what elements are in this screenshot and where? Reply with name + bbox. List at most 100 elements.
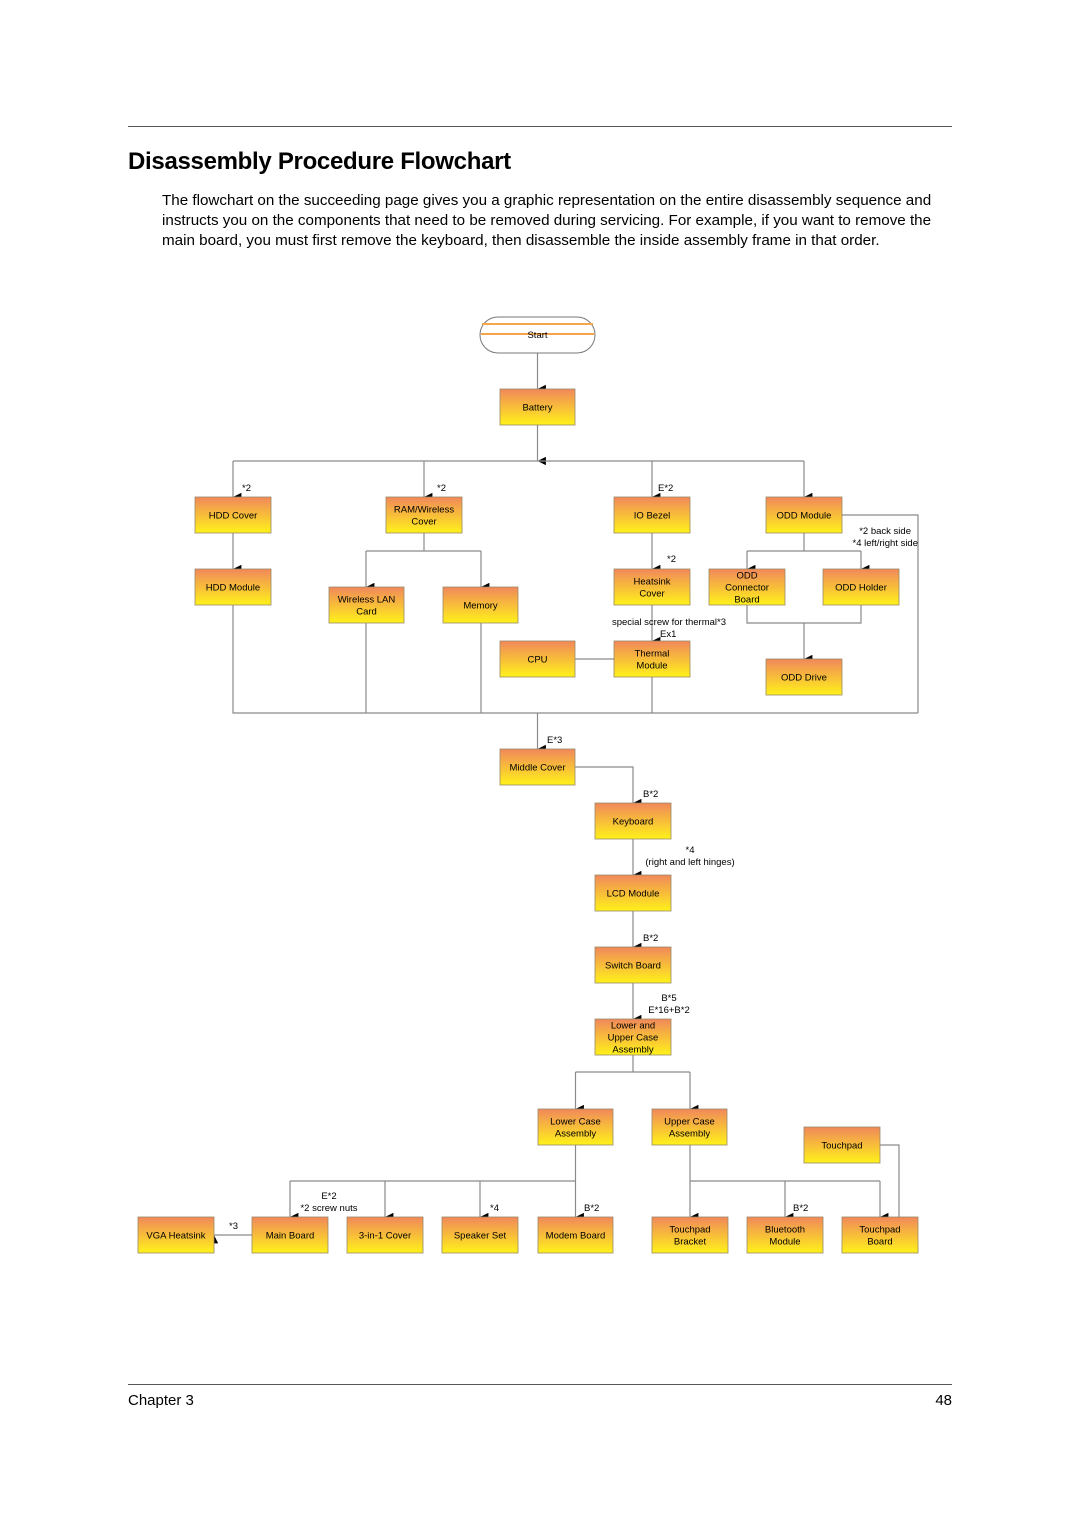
- heatsink-screws: *2: [667, 554, 676, 565]
- flow-box-wlan: Wireless LANCard: [328, 586, 405, 624]
- flow-box-label: Bluetooth: [765, 1225, 805, 1236]
- flow-box-label: ODD Holder: [835, 583, 887, 594]
- footer-rule: [128, 1384, 952, 1385]
- keyboard-screws: B*2: [643, 789, 658, 800]
- flow-box-speaker: Speaker Set: [441, 1216, 519, 1254]
- flow-box-odd-drive: ODD Drive: [765, 658, 843, 696]
- flow-box-cpu: CPU: [499, 640, 576, 678]
- odd-note-side: *4 left/right side: [853, 538, 918, 549]
- flow-box-label: 3-in-1 Cover: [359, 1231, 411, 1242]
- flow-box-label: HDD Module: [206, 583, 260, 594]
- footer-chapter: Chapter 3: [128, 1392, 194, 1409]
- flow-box-label: Upper Case: [608, 1033, 659, 1044]
- flow-box-label: ODD: [736, 571, 757, 582]
- flow-box-vga-heatsink: VGA Heatsink: [137, 1216, 215, 1254]
- flow-box-modem: Modem Board: [537, 1216, 614, 1254]
- flow-box-touchpad: Touchpad: [803, 1126, 881, 1164]
- flow-box-cover-3in1: 3-in-1 Cover: [346, 1216, 424, 1254]
- case-screws-2: E*16+B*2: [648, 1005, 689, 1016]
- lcd-hinge-note: (right and left hinges): [645, 857, 734, 868]
- middle-cover-screws: E*3: [547, 735, 562, 746]
- flow-box-battery: Battery: [499, 388, 576, 426]
- flow-box-thermal: ThermalModule: [613, 640, 691, 678]
- start-terminator: Start: [479, 316, 596, 354]
- flow-box-label: ODD Module: [777, 511, 832, 522]
- flow-box-label: Touchpad: [669, 1225, 710, 1236]
- flow-box-label: Keyboard: [613, 817, 654, 828]
- flow-boxes: StartBatteryHDD CoverRAM/WirelessCoverIO…: [137, 316, 919, 1254]
- flow-box-label: Lower Case: [550, 1117, 601, 1128]
- case-screws-1: B*5: [661, 993, 676, 1004]
- flow-box-label: Connector: [725, 583, 769, 594]
- main-board-screws: E*2: [321, 1191, 336, 1202]
- flow-box-label: HDD Cover: [209, 511, 258, 522]
- flow-box-label: Heatsink: [634, 577, 671, 588]
- footer-page-number: 48: [935, 1392, 952, 1409]
- ram-cover-screws: *2: [437, 483, 446, 494]
- flow-box-switch-board: Switch Board: [594, 946, 672, 984]
- flow-box-label: Modem Board: [546, 1231, 606, 1242]
- odd-note-back: *2 back side: [859, 526, 911, 537]
- flow-box-label: Assembly: [612, 1045, 653, 1056]
- flow-box-heatsink-cover: HeatsinkCover: [613, 568, 691, 606]
- flow-box-label: LCD Module: [607, 889, 660, 900]
- flow-box-odd-connector: ODDConnectorBoard: [708, 568, 786, 606]
- flow-box-label: Lower and: [611, 1021, 655, 1032]
- flow-box-label: Module: [636, 661, 667, 672]
- flow-box-middle-cover: Middle Cover: [499, 748, 576, 786]
- thermal-ex: Ex1: [660, 629, 676, 640]
- flow-box-label: Battery: [522, 403, 552, 414]
- start-label: Start: [527, 330, 547, 341]
- flow-box-label: Main Board: [266, 1231, 315, 1242]
- flow-box-hdd-cover: HDD Cover: [194, 496, 272, 534]
- flow-box-keyboard: Keyboard: [594, 802, 672, 840]
- flow-box-odd-module: ODD Module: [765, 496, 843, 534]
- flow-box-memory: Memory: [442, 586, 519, 624]
- flow-box-label: Card: [356, 607, 377, 618]
- flow-box-touchpad-board: TouchpadBoard: [841, 1216, 919, 1254]
- flow-box-main-board: Main Board: [251, 1216, 329, 1254]
- speaker-screws: *4: [490, 1203, 499, 1214]
- flow-box-label: ODD Drive: [781, 673, 827, 684]
- io-bezel-screws: E*2: [658, 483, 673, 494]
- flow-box-label: Touchpad: [821, 1141, 862, 1152]
- flow-box-bluetooth: BluetoothModule: [746, 1216, 824, 1254]
- flow-box-label: CPU: [527, 655, 547, 666]
- flow-box-case-assembly: Lower andUpper CaseAssembly: [594, 1018, 672, 1056]
- touchpad-link: [880, 1144, 900, 1217]
- flow-box-label: Assembly: [555, 1129, 596, 1140]
- flow-box-label: Memory: [463, 601, 498, 612]
- bluetooth-screws: B*2: [793, 1203, 808, 1214]
- connector-lines: [209, 353, 919, 1244]
- flow-box-label: Assembly: [669, 1129, 710, 1140]
- flow-box-label: Module: [769, 1237, 800, 1248]
- flow-box-label: IO Bezel: [634, 511, 670, 522]
- modem-screws: B*2: [584, 1203, 599, 1214]
- flow-box-hdd-module: HDD Module: [194, 568, 272, 606]
- flow-box-label: Middle Cover: [510, 763, 566, 774]
- flow-box-ram-cover: RAM/WirelessCover: [385, 496, 463, 534]
- thermal-note: special screw for thermal*3: [612, 617, 726, 628]
- flow-box-label: Board: [867, 1237, 892, 1248]
- flow-box-io-bezel: IO Bezel: [613, 496, 691, 534]
- flow-box-label: Thermal: [635, 649, 670, 660]
- hdd-cover-screws: *2: [242, 483, 251, 494]
- flow-box-label: Cover: [411, 517, 436, 528]
- flow-box-label: Speaker Set: [454, 1231, 507, 1242]
- flow-box-label: VGA Heatsink: [146, 1231, 205, 1242]
- flow-box-label: Touchpad: [859, 1225, 900, 1236]
- flow-box-label: Board: [734, 595, 759, 606]
- arrow-to-keyboard: [575, 766, 642, 808]
- main-board-nuts: *2 screw nuts: [300, 1203, 357, 1214]
- disassembly-flowchart: StartBatteryHDD CoverRAM/WirelessCoverIO…: [137, 316, 919, 1254]
- flow-box-upper-case: Upper CaseAssembly: [651, 1108, 728, 1146]
- flow-box-lcd: LCD Module: [594, 874, 672, 912]
- flow-box-label: Wireless LAN: [338, 595, 396, 606]
- vga-screws: *3: [229, 1221, 238, 1232]
- flow-box-lower-case: Lower CaseAssembly: [537, 1108, 614, 1146]
- odd-join: [746, 605, 862, 624]
- flow-box-label: RAM/Wireless: [394, 505, 454, 516]
- lcd-screws: *4: [686, 845, 695, 856]
- flow-box-label: Bracket: [674, 1237, 707, 1248]
- flow-box-label: Cover: [639, 589, 664, 600]
